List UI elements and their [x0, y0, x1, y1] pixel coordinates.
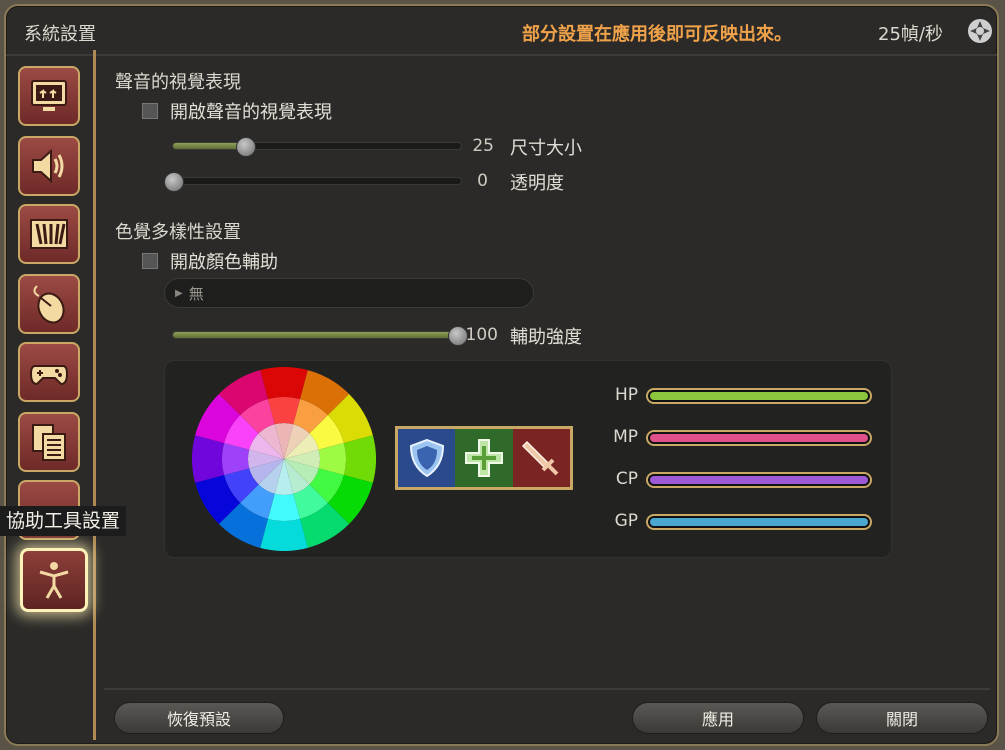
opacity-slider[interactable] — [164, 172, 462, 192]
color-filter-dropdown[interactable]: ▶ 無 — [164, 278, 534, 308]
display-upload-icon — [31, 80, 67, 111]
sound-visual-checkbox[interactable] — [142, 103, 158, 119]
color-assist-section-title: 色覺多樣性設置 — [115, 222, 241, 243]
sidebar-tooltip: 協助工具設置 — [0, 506, 127, 536]
sound-visual-enable-label: 開啟聲音的視覺表現 — [170, 102, 332, 123]
shield-icon — [409, 438, 444, 478]
sidebar-divider — [93, 50, 96, 740]
healer-role-cell — [455, 429, 513, 487]
apply-notice: 部分設置在應用後即可反映出來。 — [522, 24, 792, 45]
dps-role-cell — [512, 429, 570, 487]
footer-divider — [104, 688, 990, 690]
strength-value: 100 — [465, 325, 498, 345]
dropdown-value: 無 — [188, 284, 204, 303]
size-slider-fill — [173, 143, 245, 149]
sound-visual-section-title: 聲音的視覺表現 — [115, 72, 241, 93]
sound-visual-enable-row[interactable]: 開啟聲音的視覺表現 — [142, 98, 332, 124]
sidebar-item-accessibility[interactable] — [20, 548, 88, 612]
gp-bar-fill — [650, 518, 868, 526]
cross-icon — [464, 439, 503, 477]
gp-bar — [646, 514, 872, 530]
size-slider-knob[interactable] — [236, 137, 256, 157]
hp-bar-fill — [650, 392, 868, 400]
speaker-icon — [32, 148, 64, 184]
size-label: 尺寸大小 — [510, 138, 582, 159]
sidebar-item-gamepad[interactable] — [18, 342, 80, 402]
tank-role-cell — [398, 429, 456, 487]
size-value: 25 — [472, 136, 494, 156]
gamepad-icon — [29, 365, 69, 386]
hud-bars-icon — [30, 219, 68, 249]
color-wheel-segment — [260, 518, 308, 551]
strength-slider-fill — [173, 332, 457, 338]
size-slider[interactable] — [172, 137, 462, 157]
color-wheel-segment — [343, 435, 376, 483]
color-wheel — [192, 367, 376, 551]
sidebar-item-mouse[interactable] — [18, 274, 80, 334]
color-assist-enable-row[interactable]: 開啟顏色輔助 — [142, 248, 278, 274]
gear-icon[interactable] — [966, 17, 994, 45]
color-wheel-segment — [260, 367, 308, 400]
mouse-icon — [33, 285, 65, 324]
sidebar-item-documents[interactable] — [18, 412, 80, 472]
cp-bar-label: CP — [615, 469, 638, 489]
mp-bar-label: MP — [613, 427, 638, 447]
dropdown-arrow-icon: ▶ — [175, 287, 183, 299]
window-title: 系統設置 — [24, 24, 96, 45]
color-assist-checkbox[interactable] — [142, 253, 158, 269]
color-assist-enable-label: 開啟顏色輔助 — [170, 252, 278, 273]
sword-icon — [522, 440, 559, 476]
strength-label: 輔助強度 — [510, 327, 582, 348]
fps-readout: 25幀/秒 — [878, 24, 943, 45]
sidebar-item-display[interactable] — [18, 66, 80, 126]
mp-bar-fill — [650, 434, 868, 442]
gp-bar-label: GP — [614, 511, 638, 531]
strength-slider[interactable] — [172, 326, 468, 346]
titlebar: 系統設置 部分設置在應用後即可反映出來。 25幀/秒 — [6, 6, 997, 56]
opacity-value: 0 — [477, 171, 488, 191]
apply-button[interactable]: 應用 — [632, 702, 804, 734]
cp-bar-fill — [650, 476, 868, 484]
hp-bar-label: HP — [614, 385, 638, 405]
sidebar-item-sound[interactable] — [18, 136, 80, 196]
color-wheel-segment — [192, 435, 225, 483]
cp-bar — [646, 472, 872, 488]
opacity-slider-knob[interactable] — [164, 172, 184, 192]
opacity-label: 透明度 — [510, 173, 564, 194]
role-icon-strip — [395, 426, 573, 490]
mp-bar — [646, 430, 872, 446]
documents-icon — [32, 424, 66, 461]
reset-defaults-button[interactable]: 恢復預設 — [114, 702, 284, 734]
close-button[interactable]: 關閉 — [816, 702, 988, 734]
accessibility-figure-icon — [39, 562, 69, 599]
sidebar-item-hud[interactable] — [18, 204, 80, 264]
hp-bar — [646, 388, 872, 404]
